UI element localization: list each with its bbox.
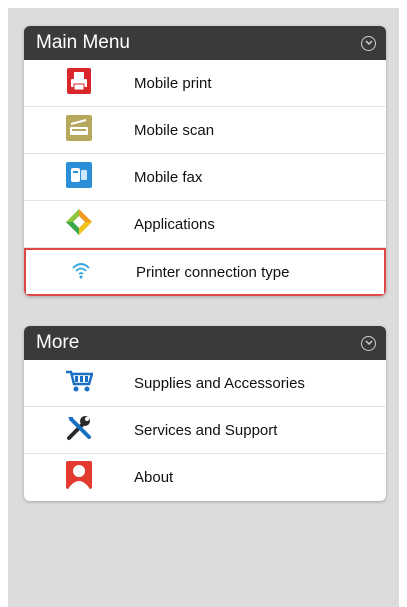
chevron-down-icon[interactable]: [361, 335, 376, 351]
main-menu-header[interactable]: Main Menu: [24, 26, 386, 60]
main-menu-panel: Main Menu Mobile print Mobile scan Mobil…: [24, 26, 386, 296]
menu-item-services[interactable]: Services and Support: [24, 407, 386, 454]
menu-item-label: Applications: [134, 215, 215, 233]
app-screen: Main Menu Mobile print Mobile scan Mobil…: [8, 8, 399, 607]
fax-icon: [66, 161, 92, 193]
printer-icon: [67, 67, 91, 99]
menu-item-printer-connection-type[interactable]: Printer connection type: [24, 248, 386, 296]
menu-item-label: Mobile scan: [134, 121, 215, 139]
cart-icon: [65, 369, 94, 398]
applications-icon: [65, 208, 93, 241]
menu-item-label: Mobile print: [134, 74, 212, 92]
menu-item-label: Mobile fax: [134, 168, 203, 186]
wifi-icon: [71, 261, 91, 284]
tools-icon: [65, 414, 93, 447]
main-menu-title: Main Menu: [36, 32, 130, 53]
menu-item-supplies[interactable]: Supplies and Accessories: [24, 360, 386, 407]
menu-item-label: Supplies and Accessories: [134, 374, 305, 392]
more-menu-panel: More Supplies and Accessories Services a…: [24, 326, 386, 501]
menu-item-label: About: [134, 469, 174, 486]
menu-item-label: Services and Support: [134, 421, 278, 439]
menu-item-mobile-print[interactable]: Mobile print: [24, 60, 386, 107]
more-menu-title: More: [36, 332, 80, 353]
menu-item-applications[interactable]: Applications: [24, 201, 386, 248]
menu-item-about[interactable]: About: [24, 454, 386, 501]
menu-item-label: Printer connection type: [136, 263, 290, 281]
person-icon: [66, 461, 92, 494]
menu-item-mobile-fax[interactable]: Mobile fax: [24, 154, 386, 201]
chevron-down-icon[interactable]: [361, 35, 376, 51]
scanner-icon: [66, 114, 92, 146]
more-menu-header[interactable]: More: [24, 326, 386, 360]
menu-item-mobile-scan[interactable]: Mobile scan: [24, 107, 386, 154]
